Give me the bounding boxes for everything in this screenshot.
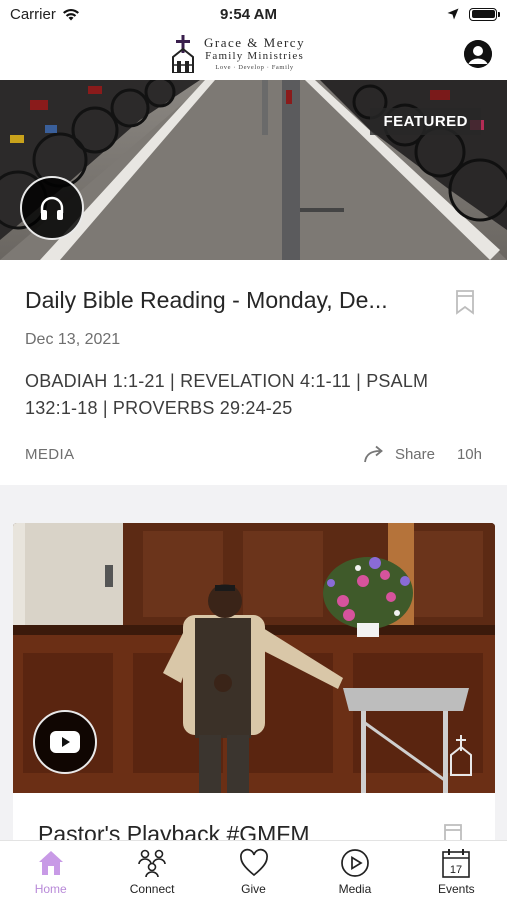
ministry-logo: Grace & Mercy Family Ministries Love · D… [170,33,305,75]
play-circle-icon [341,849,369,877]
church-cross-logo-icon [172,35,194,73]
card-title[interactable]: Pastor's Playback #GMFM [38,821,438,840]
calendar-day-number: 17 [450,864,462,876]
share-label: Share [394,445,435,463]
carrier-label: Carrier [10,5,56,23]
feed-card[interactable]: FEATURED Daily Bible Reading - Monday, D… [0,80,507,485]
headphones-icon [40,196,64,220]
card-hero-image[interactable] [13,523,495,793]
logo-subtitle: Family Ministries [205,50,304,63]
battery-icon [469,7,500,21]
tab-media[interactable]: Media [304,841,405,900]
featured-badge: FEATURED [370,108,481,135]
card-description: OBADIAH 1:1-21 | REVELATION 4:1-11 | PSA… [25,371,429,418]
bookmark-icon[interactable] [455,289,475,315]
card-age: 10h [456,445,482,463]
feed-card[interactable]: Pastor's Playback #GMFM [13,523,495,840]
bottom-tab-bar: Home Connect Give Media 17 Events [0,840,507,900]
tab-home-label: Home [34,882,67,896]
content-feed[interactable]: FEATURED Daily Bible Reading - Monday, D… [0,80,507,840]
wifi-icon [62,8,79,20]
calendar-icon: 17 [442,849,471,878]
tab-media-label: Media [338,882,372,896]
bookmark-icon[interactable] [443,823,463,840]
card-footer: MEDIA Share 10h [25,444,482,464]
tab-events[interactable]: 17 Events [406,841,507,900]
card-title[interactable]: Daily Bible Reading - Monday, De... [25,287,425,314]
tab-connect[interactable]: Connect [101,841,202,900]
tab-give[interactable]: Give [203,841,304,900]
card-category: MEDIA [25,445,75,463]
video-play-button[interactable] [33,710,97,774]
status-bar: Carrier 9:54 AM [0,0,507,28]
profile-button[interactable] [464,40,492,68]
tab-connect-label: Connect [129,882,175,896]
logo-tagline: Love · Develop · Family [215,64,294,72]
people-icon [138,849,166,878]
share-arrow-icon [364,445,383,463]
location-arrow-icon [447,8,459,20]
audio-play-button[interactable] [20,176,84,240]
card-date: Dec 13, 2021 [25,331,121,348]
tab-give-label: Give [241,882,266,896]
tab-events-label: Events [437,882,475,896]
app-screen: Carrier 9:54 AM Grace & Mercy Family Min… [0,0,507,900]
status-time: 9:54 AM [220,5,277,23]
home-icon [38,851,63,875]
app-header: Grace & Mercy Family Ministries Love · D… [0,28,507,80]
bicycles-street-photo [0,80,507,260]
card-hero-image[interactable]: FEATURED [0,80,507,260]
user-avatar-icon [464,40,492,68]
youtube-play-icon [50,731,80,753]
logo-name: Grace & Mercy [204,35,306,51]
share-button[interactable]: Share [363,445,435,463]
tab-home[interactable]: Home [0,841,101,900]
heart-icon [239,848,268,877]
